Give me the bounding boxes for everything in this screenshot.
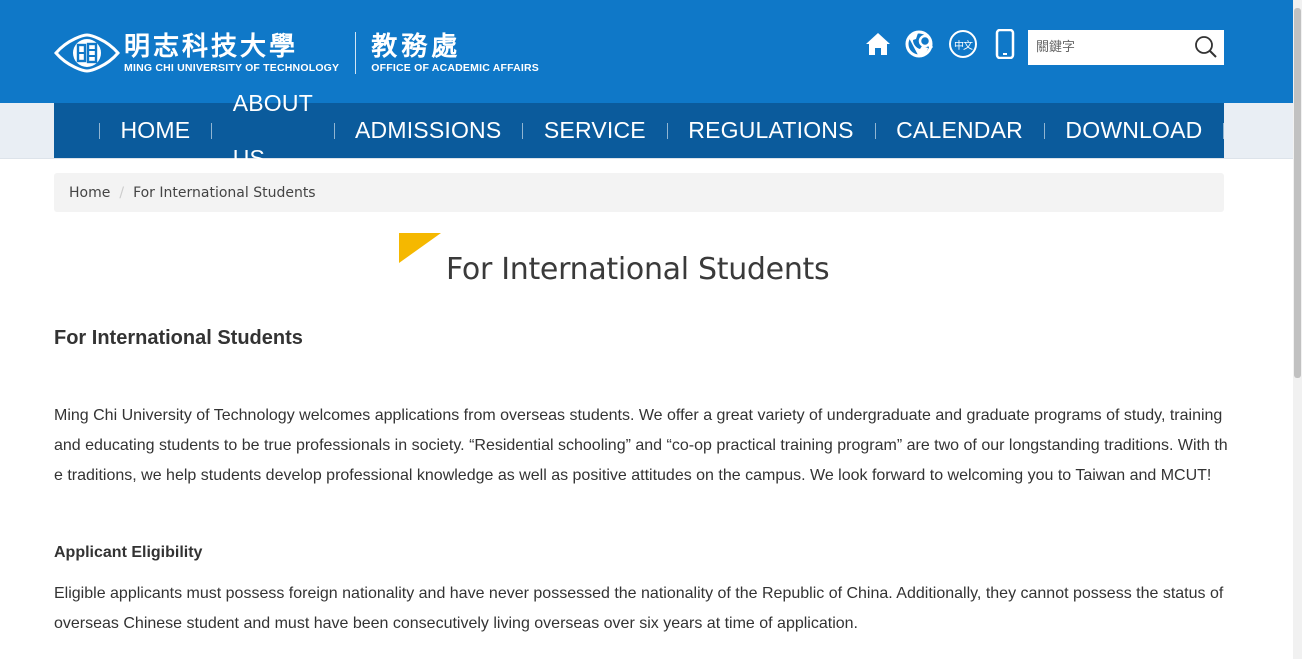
- breadcrumb-current: For International Students: [133, 184, 316, 201]
- nav-item-about-us[interactable]: ABOUT US: [212, 76, 334, 186]
- site-header: 明志科技大學 MING CHI UNIVERSITY OF TECHNOLOGY…: [0, 0, 1293, 103]
- scrollbar-thumb[interactable]: [1294, 8, 1301, 378]
- header-tools: 中文: [862, 28, 1031, 60]
- mobile-icon: [995, 29, 1015, 59]
- university-emblem-icon: [54, 33, 120, 73]
- page: 明志科技大學 MING CHI UNIVERSITY OF TECHNOLOGY…: [0, 0, 1293, 659]
- department-name: 教務處 OFFICE OF ACADEMIC AFFAIRS: [371, 32, 539, 74]
- contact-link[interactable]: [904, 28, 936, 60]
- section-heading: For International Students: [54, 327, 303, 349]
- nav-item-home[interactable]: HOME: [99, 103, 211, 158]
- nav-item-admissions[interactable]: ADMISSIONS: [334, 103, 522, 158]
- home-link[interactable]: [862, 28, 894, 60]
- site-logo[interactable]: 明志科技大學 MING CHI UNIVERSITY OF TECHNOLOGY…: [54, 30, 539, 76]
- home-icon: [866, 33, 890, 55]
- mobile-link[interactable]: [989, 28, 1021, 60]
- eligibility-paragraph: Eligible applicants must possess foreign…: [54, 585, 1224, 632]
- page-title: For International Students: [446, 252, 830, 287]
- search-input[interactable]: [1034, 39, 1188, 56]
- title-corner-accent-icon: [399, 233, 441, 263]
- department-name-zh: 教務處: [371, 32, 462, 62]
- breadcrumb-home-link[interactable]: Home: [69, 185, 110, 201]
- page-title-block: For International Students: [398, 232, 898, 292]
- search-box: [1028, 30, 1224, 65]
- language-switch[interactable]: 中文: [949, 30, 977, 58]
- nav-item-download[interactable]: DOWNLOAD: [1044, 103, 1223, 158]
- eligibility-heading: Applicant Eligibility: [54, 544, 203, 561]
- breadcrumb-separator: /: [119, 184, 125, 201]
- university-name: 明志科技大學 MING CHI UNIVERSITY OF TECHNOLOGY: [124, 32, 339, 74]
- nav-item-calendar[interactable]: CALENDAR: [875, 103, 1044, 158]
- university-name-zh: 明志科技大學: [124, 32, 299, 62]
- main-nav: HOME ABOUT US ADMISSIONS SERVICE REGULAT…: [54, 90, 1224, 171]
- university-name-en: MING CHI UNIVERSITY OF TECHNOLOGY: [124, 62, 340, 74]
- search-icon[interactable]: [1194, 35, 1218, 59]
- nav-item-service[interactable]: SERVICE: [523, 103, 667, 158]
- nav-item-regulations[interactable]: REGULATIONS: [667, 103, 874, 158]
- breadcrumb: Home / For International Students: [54, 173, 1224, 212]
- intro-paragraph: Ming Chi University of Technology welcom…: [54, 407, 1228, 484]
- logo-divider: [355, 32, 357, 74]
- department-name-en: OFFICE OF ACADEMIC AFFAIRS: [371, 62, 540, 74]
- phone-chat-icon: [905, 30, 934, 58]
